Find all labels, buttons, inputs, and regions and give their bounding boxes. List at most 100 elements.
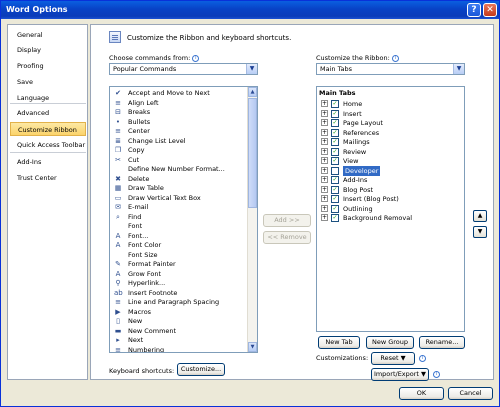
add-button[interactable]: Add >>: [263, 214, 311, 227]
new-group-button[interactable]: New Group: [366, 336, 414, 349]
tab-checkbox[interactable]: ✓: [331, 100, 339, 108]
command-item[interactable]: ⊟Breaks▶: [110, 107, 257, 117]
command-item[interactable]: Define New Number Format...: [110, 164, 257, 174]
tab-checkbox[interactable]: ✓: [331, 195, 339, 203]
ribbon-tab-item[interactable]: + Developer: [317, 165, 462, 176]
command-item[interactable]: ≡ Align Left: [110, 98, 257, 108]
ribbon-tab-item[interactable]: + ✓ Blog Post: [317, 185, 462, 195]
command-item[interactable]: ✎ Format Painter: [110, 259, 257, 269]
nav-item-display[interactable]: Display: [10, 43, 86, 57]
command-item[interactable]: ⌕ Find: [110, 212, 257, 222]
command-item[interactable]: Font SizeI·: [110, 250, 257, 260]
ribbon-tab-item[interactable]: + ✓ Page Layout: [317, 118, 462, 128]
tab-checkbox[interactable]: ✓: [331, 185, 339, 194]
move-down-button[interactable]: ▼: [473, 226, 487, 238]
close-button[interactable]: ✕: [483, 3, 497, 17]
command-item[interactable]: ≣Change List Level▶: [110, 136, 257, 146]
expand-icon[interactable]: +: [321, 195, 328, 202]
nav-item-trust-center[interactable]: Trust Center: [10, 171, 86, 185]
command-item[interactable]: ✂ Cut: [110, 155, 257, 165]
scroll-down-icon[interactable]: ▼: [248, 342, 257, 352]
chevron-down-icon[interactable]: ▼: [246, 64, 257, 74]
expand-icon[interactable]: +: [321, 214, 328, 221]
info-icon[interactable]: i: [433, 371, 440, 378]
nav-item-advanced[interactable]: Advanced: [10, 106, 86, 120]
nav-item-proofing[interactable]: Proofing: [10, 59, 86, 73]
nav-item-quick-access-toolbar[interactable]: Quick Access Toolbar: [10, 138, 86, 152]
tab-checkbox[interactable]: ✓: [331, 214, 339, 222]
ok-button[interactable]: OK: [399, 387, 444, 400]
reset-button[interactable]: Reset ▼: [371, 352, 415, 365]
command-item[interactable]: ▬ New Comment: [110, 326, 257, 336]
nav-item-customize-ribbon[interactable]: Customize Ribbon: [10, 122, 86, 136]
tab-checkbox[interactable]: ✓: [331, 157, 339, 165]
tab-checkbox[interactable]: ✓: [331, 204, 339, 213]
command-item[interactable]: ✔ Accept and Move to Next: [110, 88, 257, 98]
ribbon-tab-item[interactable]: + ✓ Background Removal: [317, 213, 462, 223]
scroll-up-icon[interactable]: ▲: [248, 87, 257, 97]
info-icon[interactable]: i: [419, 355, 426, 362]
choose-commands-dropdown[interactable]: Popular Commands ▼: [109, 63, 258, 75]
ribbon-tab-item[interactable]: + ✓ Review: [317, 147, 462, 157]
tab-checkbox[interactable]: ✓: [331, 109, 339, 118]
command-item[interactable]: FontI·: [110, 221, 257, 231]
command-item[interactable]: A Grow Font: [110, 269, 257, 279]
customize-shortcuts-button[interactable]: Customize...: [177, 363, 225, 376]
expand-icon[interactable]: +: [321, 128, 328, 136]
customize-ribbon-dropdown[interactable]: Main Tabs ▼: [316, 63, 465, 75]
nav-item-save[interactable]: Save: [10, 75, 86, 89]
tab-checkbox[interactable]: ✓: [331, 138, 339, 146]
command-item[interactable]: ▶ Macros: [110, 307, 257, 317]
ribbon-tab-item[interactable]: + ✓ Mailings: [317, 137, 462, 147]
remove-button[interactable]: << Remove: [263, 231, 311, 244]
ribbon-tab-item[interactable]: + ✓ View: [317, 156, 462, 166]
expand-icon[interactable]: +: [321, 138, 328, 145]
info-icon[interactable]: i: [192, 54, 200, 62]
command-item[interactable]: ⚲ Hyperlink...: [110, 278, 257, 288]
ribbon-tab-item[interactable]: + ✓ Insert: [317, 109, 462, 119]
command-item[interactable]: •Bullets▶: [110, 117, 257, 127]
import-export-button[interactable]: Import/Export ▼: [371, 368, 429, 381]
scroll-thumb[interactable]: [248, 98, 257, 208]
tab-checkbox[interactable]: ✓: [331, 176, 339, 184]
expand-icon[interactable]: +: [321, 109, 328, 117]
tab-checkbox[interactable]: ✓: [331, 147, 339, 156]
cancel-button[interactable]: Cancel: [448, 387, 493, 400]
expand-icon[interactable]: +: [321, 157, 328, 164]
commands-list[interactable]: ≡Numbering▶▸Next▬New Comment▯New▶Macros≡…: [109, 86, 258, 353]
expand-icon[interactable]: +: [321, 147, 328, 155]
command-item[interactable]: ▦ Draw Table: [110, 183, 257, 193]
command-item[interactable]: AFont Color▶: [110, 240, 257, 250]
command-item[interactable]: ab Insert Footnote: [110, 288, 257, 298]
new-tab-button[interactable]: New Tab: [318, 336, 360, 349]
command-item[interactable]: ▸ Next: [110, 335, 257, 345]
command-item[interactable]: ≡Line and Paragraph Spacing▶: [110, 297, 257, 307]
commands-scrollbar[interactable]: ▲ ▼: [247, 87, 257, 352]
rename-button[interactable]: Rename...: [419, 336, 465, 349]
info-icon[interactable]: i: [391, 54, 399, 62]
command-item[interactable]: ✖ Delete: [110, 174, 257, 184]
expand-icon[interactable]: +: [321, 185, 328, 193]
help-button[interactable]: ?: [467, 3, 481, 17]
ribbon-tabs-tree[interactable]: Main Tabs + ✓ Home + ✓ Insert + ✓ Page Layout + ✓ R…: [316, 86, 465, 332]
expand-icon[interactable]: +: [321, 204, 328, 212]
command-item[interactable]: ▭ Draw Vertical Text Box: [110, 193, 257, 203]
tab-checkbox[interactable]: ✓: [331, 128, 339, 137]
nav-item-add-ins[interactable]: Add-Ins: [10, 155, 86, 169]
expand-icon[interactable]: +: [321, 119, 328, 126]
tab-checkbox[interactable]: [331, 166, 339, 175]
expand-icon[interactable]: +: [321, 100, 328, 107]
nav-item-general[interactable]: General: [10, 28, 86, 42]
chevron-down-icon[interactable]: ▼: [453, 64, 464, 74]
command-item[interactable]: ≡Numbering▶: [110, 345, 257, 353]
ribbon-tab-item[interactable]: + ✓ Add-Ins: [317, 175, 462, 185]
expand-icon[interactable]: +: [321, 166, 328, 174]
tab-checkbox[interactable]: ✓: [331, 119, 339, 127]
move-up-button[interactable]: ▲: [473, 210, 487, 222]
expand-icon[interactable]: +: [321, 176, 328, 183]
ribbon-tab-item[interactable]: + ✓ Outlining: [317, 204, 462, 214]
command-item[interactable]: ▯ New: [110, 316, 257, 326]
ribbon-tab-item[interactable]: + ✓ References: [317, 128, 462, 138]
command-item[interactable]: ✉ E-mail: [110, 202, 257, 212]
command-item[interactable]: ❐ Copy: [110, 145, 257, 155]
